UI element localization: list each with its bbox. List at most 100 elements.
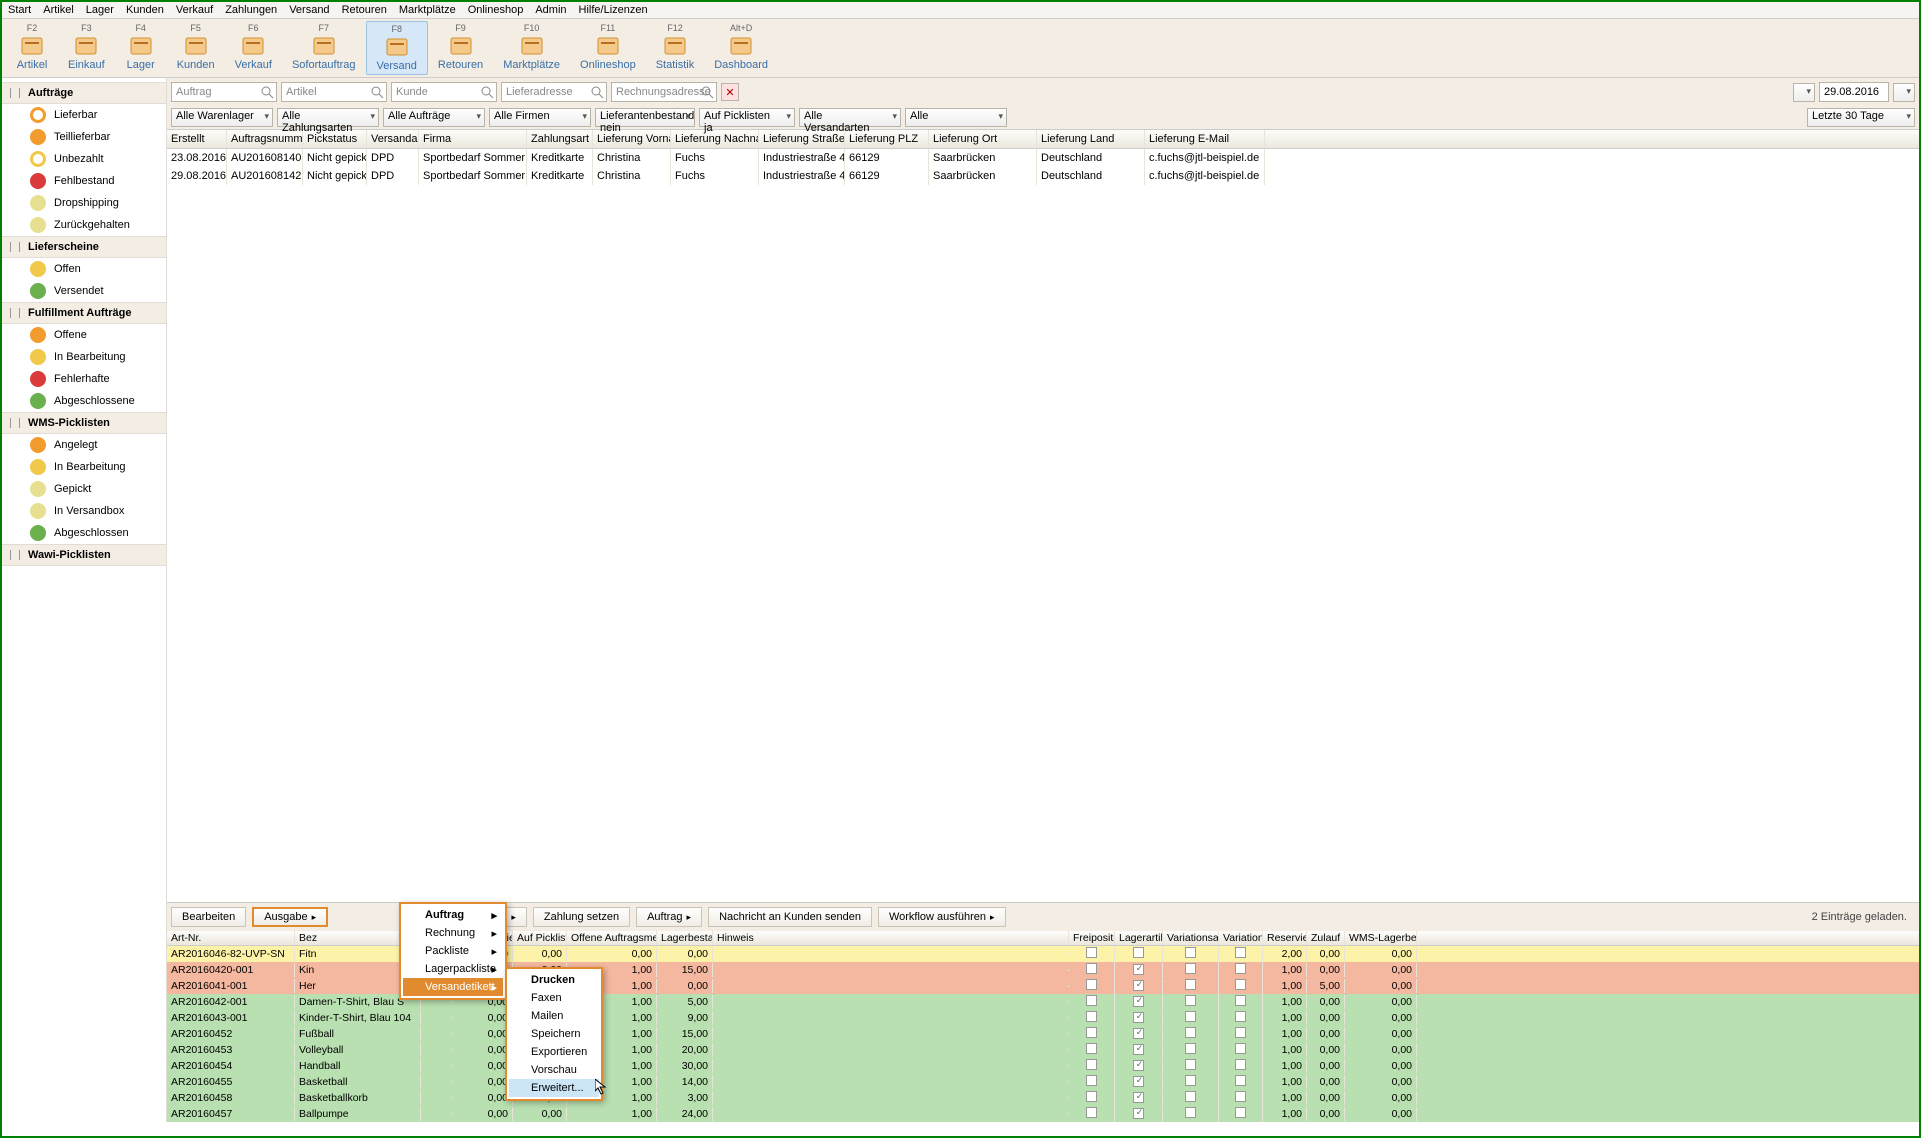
col-zahlungsart[interactable]: Zahlungsart [527, 130, 593, 148]
submenu-mailen[interactable]: Mailen [509, 1007, 599, 1025]
artcol-variationsartikel[interactable]: Variationsartikel [1163, 931, 1219, 945]
ribbon-retouren[interactable]: F9Retouren [428, 21, 493, 75]
date-fwd-button[interactable] [1893, 83, 1915, 102]
checkbox[interactable] [1235, 995, 1246, 1006]
submenu-erweitert[interactable]: Erweitert... [509, 1079, 599, 1097]
menu-rechnung[interactable]: Rechnung [403, 924, 503, 942]
article-row[interactable]: AR20160458Basketballkorb0,000,001,003,00… [167, 1090, 1919, 1106]
checkbox[interactable] [1133, 947, 1144, 958]
article-row[interactable]: AR20160455Basketball0,000,001,0014,001,0… [167, 1074, 1919, 1090]
search-rechnungsadresse[interactable]: Rechnungsadresse [611, 82, 717, 102]
sidebar-item-abgeschlossene[interactable]: Abgeschlossene [2, 390, 166, 412]
checkbox[interactable] [1235, 1091, 1246, 1102]
filter-2[interactable]: Alle Aufträge [383, 108, 485, 127]
menu-lagerpackliste[interactable]: Lagerpackliste [403, 960, 503, 978]
sidebar-item-teillieferbar[interactable]: Teillieferbar [2, 126, 166, 148]
artcol-wms-lagerbestand[interactable]: WMS-Lagerbestand [1345, 931, 1417, 945]
ribbon-dashboard[interactable]: Alt+DDashboard [704, 21, 778, 75]
filter-5[interactable]: Auf Picklisten ja [699, 108, 795, 127]
col-lieferung-ort[interactable]: Lieferung Ort [929, 130, 1037, 148]
artcol-variation[interactable]: Variation [1219, 931, 1263, 945]
ribbon-marktplätze[interactable]: F10Marktplätze [493, 21, 570, 75]
sidebar-group-fulfillment aufträge[interactable]: Fulfillment Aufträge [2, 302, 166, 324]
col-firma[interactable]: Firma [419, 130, 527, 148]
artcol-zulauf[interactable]: Zulauf [1307, 931, 1345, 945]
menu-start[interactable]: Start [8, 4, 31, 16]
submenu-exportieren[interactable]: Exportieren [509, 1043, 599, 1061]
order-row[interactable]: 29.08.2016AU201608142Nicht gepicktDPDSpo… [167, 167, 1919, 185]
checkbox[interactable] [1185, 1059, 1196, 1070]
ribbon-sofortauftrag[interactable]: F7Sofortauftrag [282, 21, 366, 75]
artcol-reserviert[interactable]: Reserviert [1263, 931, 1307, 945]
menu-kunden[interactable]: Kunden [126, 4, 164, 16]
ribbon-kunden[interactable]: F5Kunden [167, 21, 225, 75]
sidebar-item-unbezahlt[interactable]: Unbezahlt [2, 148, 166, 170]
menu-marktplätze[interactable]: Marktplätze [399, 4, 456, 16]
checkbox[interactable] [1086, 1091, 1097, 1102]
col-erstellt[interactable]: Erstellt [167, 130, 227, 148]
checkbox[interactable] [1133, 1012, 1144, 1023]
ribbon-artikel[interactable]: F2Artikel [6, 21, 58, 75]
filter-7[interactable]: Alle [905, 108, 1007, 127]
ribbon-einkauf[interactable]: F3Einkauf [58, 21, 115, 75]
artcol-lagerbestand[interactable]: Lagerbestand [657, 931, 713, 945]
ribbon-onlineshop[interactable]: F11Onlineshop [570, 21, 646, 75]
filter-3[interactable]: Alle Firmen [489, 108, 591, 127]
sidebar-item-gepickt[interactable]: Gepickt [2, 478, 166, 500]
submenu-speichern[interactable]: Speichern [509, 1025, 599, 1043]
ribbon-versand[interactable]: F8Versand [366, 21, 428, 75]
date-field[interactable]: 29.08.2016 [1819, 82, 1889, 102]
sidebar-item-lieferbar[interactable]: Lieferbar [2, 104, 166, 126]
checkbox[interactable] [1086, 1107, 1097, 1118]
sidebar-group-wms-picklisten[interactable]: WMS-Picklisten [2, 412, 166, 434]
checkbox[interactable] [1235, 1011, 1246, 1022]
checkbox[interactable] [1235, 1107, 1246, 1118]
artcol-hinweis[interactable]: Hinweis [713, 931, 1069, 945]
checkbox[interactable] [1086, 979, 1097, 990]
menu-retouren[interactable]: Retouren [342, 4, 387, 16]
checkbox[interactable] [1185, 947, 1196, 958]
checkbox[interactable] [1086, 963, 1097, 974]
col-lieferung-e-mail[interactable]: Lieferung E-Mail [1145, 130, 1265, 148]
checkbox[interactable] [1133, 1028, 1144, 1039]
submenu-drucken[interactable]: Drucken [509, 971, 599, 989]
article-row[interactable]: AR20160457Ballpumpe0,000,001,0024,001,00… [167, 1106, 1919, 1122]
article-row[interactable]: AR20160452Fußball0,000,001,0015,001,000,… [167, 1026, 1919, 1042]
menu-auftrag[interactable]: Auftrag [403, 906, 503, 924]
date-back-button[interactable] [1793, 83, 1815, 102]
checkbox[interactable] [1235, 963, 1246, 974]
checkbox[interactable] [1235, 979, 1246, 990]
sidebar-item-fehlbestand[interactable]: Fehlbestand [2, 170, 166, 192]
zahlung-setzen-button[interactable]: Zahlung setzen [533, 907, 630, 927]
sidebar-item-in-versandbox[interactable]: In Versandbox [2, 500, 166, 522]
clear-search-button[interactable]: ✕ [721, 83, 739, 101]
checkbox[interactable] [1185, 1011, 1196, 1022]
menu-versandetikett[interactable]: Versandetikett [403, 978, 503, 996]
checkbox[interactable] [1235, 1059, 1246, 1070]
artcol-offene-auftragsmenge[interactable]: Offene Auftragsmenge [567, 931, 657, 945]
checkbox[interactable] [1185, 1091, 1196, 1102]
filter-6[interactable]: Alle Versandarten [799, 108, 901, 127]
checkbox[interactable] [1185, 1027, 1196, 1038]
artcol-art-nr-[interactable]: Art-Nr. [167, 931, 295, 945]
checkbox[interactable] [1133, 964, 1144, 975]
col-versandart[interactable]: Versandart [367, 130, 419, 148]
filter-1[interactable]: Alle Zahlungsarten [277, 108, 379, 127]
artcol-auf-picklisten[interactable]: Auf Picklisten [513, 931, 567, 945]
nachricht-button[interactable]: Nachricht an Kunden senden [708, 907, 872, 927]
checkbox[interactable] [1185, 995, 1196, 1006]
checkbox[interactable] [1185, 1043, 1196, 1054]
workflow-button[interactable]: Workflow ausführen ▸ [878, 907, 1006, 927]
menu-packliste[interactable]: Packliste [403, 942, 503, 960]
submenu-faxen[interactable]: Faxen [509, 989, 599, 1007]
menu-admin[interactable]: Admin [535, 4, 566, 16]
filter-0[interactable]: Alle Warenlager [171, 108, 273, 127]
checkbox[interactable] [1086, 1027, 1097, 1038]
ribbon-lager[interactable]: F4Lager [115, 21, 167, 75]
menu-verkauf[interactable]: Verkauf [176, 4, 213, 16]
checkbox[interactable] [1235, 1043, 1246, 1054]
checkbox[interactable] [1133, 996, 1144, 1007]
checkbox[interactable] [1133, 1108, 1144, 1119]
checkbox[interactable] [1235, 1075, 1246, 1086]
menu-hilfe/lizenzen[interactable]: Hilfe/Lizenzen [579, 4, 648, 16]
